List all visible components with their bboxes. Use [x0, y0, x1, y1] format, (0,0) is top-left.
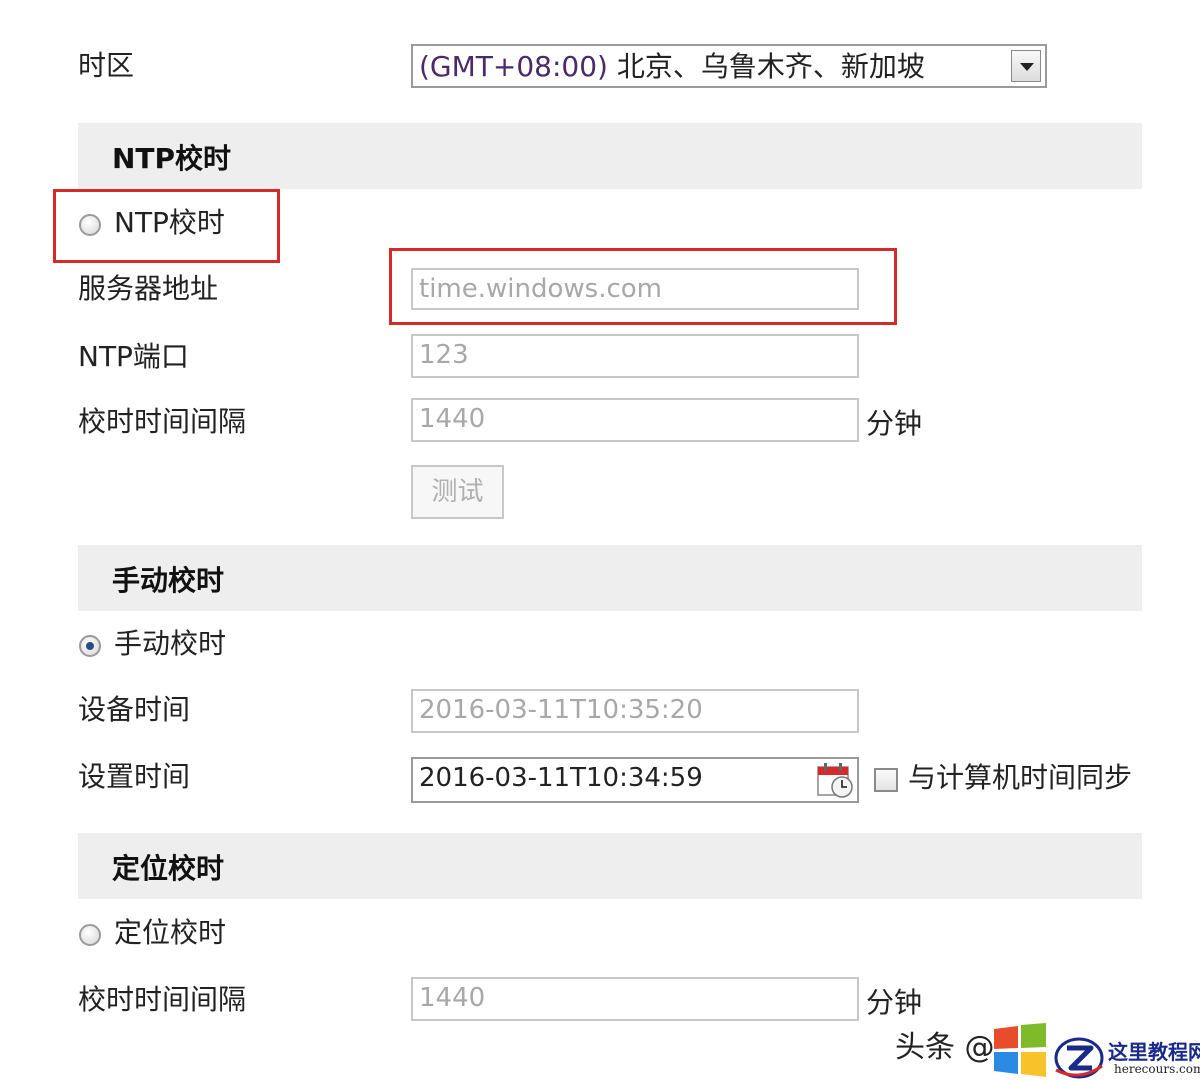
server-address-label: 服务器地址: [78, 272, 219, 305]
timezone-gmt: (GMT+08:00): [419, 50, 608, 83]
gps-interval-label: 校时时间间隔: [78, 983, 247, 1016]
calendar-icon[interactable]: [816, 761, 854, 799]
timezone-value: (GMT+08:00) 北京、乌鲁木齐、新加坡: [419, 48, 925, 86]
windows-logo-icon: [994, 1023, 1046, 1077]
ntp-interval-input[interactable]: 1440: [411, 398, 859, 442]
timezone-select[interactable]: (GMT+08:00) 北京、乌鲁木齐、新加坡: [411, 44, 1047, 88]
test-button[interactable]: 测试: [411, 465, 504, 519]
manual-radio[interactable]: [79, 635, 101, 657]
timezone-cities: 北京、乌鲁木齐、新加坡: [616, 50, 925, 83]
timezone-label: 时区: [78, 49, 135, 82]
ntp-interval-label: 校时时间间隔: [78, 405, 247, 438]
manual-radio-label[interactable]: 手动校时: [114, 626, 226, 662]
chevron-down-icon[interactable]: [1011, 50, 1041, 82]
ntp-port-input[interactable]: 123: [411, 334, 859, 378]
brand-url: herecours.com: [1114, 1062, 1200, 1076]
ntp-section-title: NTP校时: [112, 142, 232, 175]
ntp-radio-label[interactable]: NTP校时: [114, 205, 225, 241]
gps-interval-input[interactable]: 1440: [411, 977, 859, 1021]
watermark-prefix: 头条 @: [895, 1030, 995, 1065]
sync-computer-label[interactable]: 与计算机时间同步: [908, 760, 1132, 796]
ntp-interval-unit: 分钟: [866, 407, 923, 440]
gps-radio-label[interactable]: 定位校时: [114, 915, 226, 951]
ntp-port-label: NTP端口: [78, 340, 189, 373]
set-time-label: 设置时间: [78, 760, 191, 793]
gps-interval-unit: 分钟: [866, 986, 923, 1019]
device-time-label: 设备时间: [78, 693, 191, 726]
device-time-input[interactable]: 2016-03-11T10:35:20: [411, 689, 859, 733]
gps-radio[interactable]: [79, 924, 101, 946]
ntp-section-header: NTP校时: [78, 123, 1142, 189]
set-time-input[interactable]: 2016-03-11T10:34:59: [411, 757, 859, 803]
server-address-input[interactable]: time.windows.com: [411, 268, 859, 310]
brand-name: 这里教程网: [1108, 1040, 1200, 1064]
gps-section-header: 定位校时: [78, 833, 1142, 899]
manual-section-header: 手动校时: [78, 545, 1142, 611]
manual-section-title: 手动校时: [112, 564, 225, 597]
brand-logo-icon: [1054, 1037, 1104, 1079]
sync-computer-checkbox[interactable]: [874, 768, 898, 792]
gps-section-title: 定位校时: [112, 852, 225, 885]
ntp-radio[interactable]: [79, 214, 101, 236]
